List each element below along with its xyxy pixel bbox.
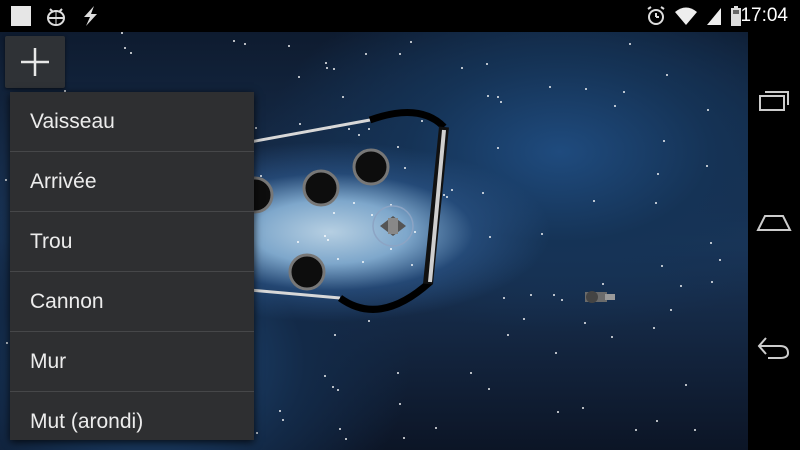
recent-apps-button[interactable] xyxy=(756,84,792,120)
navigation-bar xyxy=(748,32,800,450)
hole xyxy=(288,253,326,291)
add-object-button[interactable] xyxy=(5,36,65,88)
wall-bottom xyxy=(249,288,341,300)
android-bug-icon xyxy=(47,8,65,26)
menu-item-label: Trou xyxy=(30,229,73,253)
hole xyxy=(302,169,340,207)
hole xyxy=(352,148,390,186)
menu-item-label: Vaisseau xyxy=(30,109,115,133)
status-bar: 17:04 xyxy=(0,0,800,32)
menu-item-arrivee[interactable]: Arrivée xyxy=(10,152,254,212)
menu-item-label: Arrivée xyxy=(30,169,97,193)
flash-icon xyxy=(84,6,97,26)
menu-item-mur-arondi[interactable]: Mut (arondi) xyxy=(10,392,254,440)
menu-item-trou[interactable]: Trou xyxy=(10,212,254,272)
back-icon xyxy=(757,337,790,359)
menu-item-label: Mut (arondi) xyxy=(30,409,144,433)
home-button[interactable] xyxy=(756,206,792,242)
rounded-wall-bottom xyxy=(337,279,433,313)
menu-item-cannon[interactable]: Cannon xyxy=(10,272,254,332)
menu-item-label: Cannon xyxy=(30,289,104,313)
add-object-menu: Vaisseau Arrivée Trou Cannon Mur Mut (ar… xyxy=(10,92,254,440)
alarm-icon xyxy=(647,6,665,25)
wifi-icon xyxy=(675,7,697,25)
menu-item-mur[interactable]: Mur xyxy=(10,332,254,392)
menu-item-vaisseau[interactable]: Vaisseau xyxy=(10,92,254,152)
home-icon xyxy=(756,215,792,231)
menu-item-label: Mur xyxy=(30,349,67,373)
signal-icon xyxy=(707,8,721,25)
rounded-wall-top xyxy=(368,108,447,130)
wall-top xyxy=(249,118,371,144)
square-icon xyxy=(11,6,31,26)
recent-apps-icon xyxy=(759,91,789,111)
back-button[interactable] xyxy=(756,328,792,364)
cannon xyxy=(585,291,615,303)
plus-icon xyxy=(21,48,49,76)
spaceship xyxy=(372,205,414,247)
status-time: 17:04 xyxy=(740,5,788,26)
